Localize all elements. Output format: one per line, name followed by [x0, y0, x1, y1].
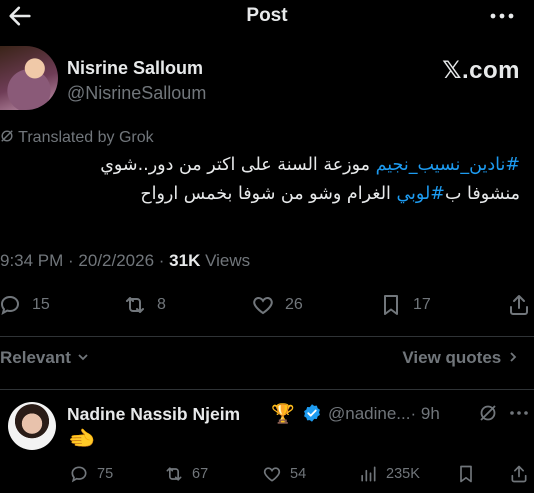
- page-title: Post: [246, 5, 288, 26]
- post-date[interactable]: 20/2/2026: [78, 251, 154, 270]
- post-text-segment: منشوفا ب: [444, 184, 520, 204]
- grok-icon: [1, 130, 13, 142]
- post-author: Nisrine Salloum @NisrineSalloum 𝕏.com: [0, 46, 534, 116]
- post-meta: 9:34 PM · 20/2/2026 · 31K Views: [0, 251, 251, 270]
- reply-handle[interactable]: @nadine...: [328, 404, 410, 423]
- more-horizontal-icon[interactable]: [488, 4, 516, 28]
- chevron-right-icon: [510, 352, 517, 362]
- post-time[interactable]: 9:34 PM: [0, 251, 63, 270]
- heart-icon: [263, 467, 281, 482]
- author-avatar[interactable]: [0, 46, 58, 110]
- author-handle[interactable]: @NisrineSalloum: [67, 83, 206, 104]
- share-icon: [510, 295, 528, 315]
- post-line-1: #نادين_نسيب_نجيم موزعة السنة على اكتر من…: [0, 151, 520, 180]
- post-text-segment: الغرام وشو من شوفا بخمس ارواح: [140, 184, 397, 204]
- verified-icon: [304, 404, 320, 422]
- bookmark-icon: [384, 295, 398, 315]
- hashtag-link[interactable]: #لوبي: [396, 184, 445, 204]
- translated-label: Translated by Grok: [18, 129, 154, 146]
- bookmark-count: 17: [413, 296, 431, 313]
- reply-author-name[interactable]: Nadine Nassib Njeim: [67, 404, 240, 425]
- translated-by-grok[interactable]: Translated by Grok: [0, 129, 154, 147]
- like-count: 54: [290, 466, 307, 482]
- reply-icon: [0, 295, 20, 316]
- like-button[interactable]: 54: [262, 462, 306, 486]
- x-logo: 𝕏.com: [442, 57, 520, 84]
- repost-count: 67: [192, 466, 209, 482]
- like-button[interactable]: 26: [251, 291, 303, 319]
- post-actions: 15 8 26 17: [0, 287, 534, 323]
- reply-button[interactable]: 75: [69, 462, 113, 486]
- post-line-2: منشوفا ب#لوبي الغرام وشو من شوفا بخمس ار…: [0, 180, 520, 209]
- reply-avatar[interactable]: [8, 402, 56, 450]
- reply-post[interactable]: Nadine Nassib Njeim 🏆 @nadine...· 9h 🫲 7…: [0, 390, 534, 493]
- views-count: 235K: [386, 466, 420, 482]
- bookmark-icon: [460, 465, 472, 483]
- share-icon: [511, 465, 527, 483]
- repost-count: 8: [157, 296, 166, 313]
- reply-count: 15: [32, 296, 50, 313]
- trophy-badge: 🏆: [271, 404, 295, 425]
- views-count: 31K: [169, 251, 201, 270]
- more-horizontal-icon[interactable]: [509, 404, 529, 422]
- heart-icon: [253, 296, 273, 315]
- post-text-segment: موزعة السنة على اكتر من دور..شوي: [100, 155, 376, 175]
- reply-button[interactable]: 15: [0, 291, 50, 319]
- reply-handle-time: @nadine...· 9h: [328, 404, 440, 424]
- bookmark-button[interactable]: [456, 462, 476, 486]
- chevron-down-icon: [77, 354, 88, 361]
- reply-count: 75: [97, 466, 114, 482]
- bookmark-button[interactable]: 17: [379, 291, 431, 319]
- grok-icon[interactable]: [478, 403, 498, 423]
- sort-dropdown[interactable]: Relevant: [0, 348, 90, 368]
- reply-age[interactable]: · 9h: [410, 404, 439, 423]
- sort-label: Relevant: [0, 348, 71, 367]
- analytics-icon: [361, 466, 376, 482]
- repost-button[interactable]: 67: [164, 462, 208, 486]
- view-quotes-link[interactable]: View quotes: [402, 348, 520, 368]
- post-text: #نادين_نسيب_نجيم موزعة السنة على اكتر من…: [0, 151, 520, 209]
- share-button[interactable]: [509, 462, 529, 486]
- view-quotes-label: View quotes: [402, 348, 502, 367]
- hashtag-link[interactable]: #نادين_نسيب_نجيم: [376, 155, 520, 175]
- top-bar: Post: [0, 0, 534, 34]
- share-button[interactable]: [507, 291, 531, 319]
- reply-content: 🫲: [68, 426, 96, 451]
- views-button[interactable]: 235K: [358, 462, 420, 486]
- repost-icon: [126, 297, 144, 313]
- repost-button[interactable]: 8: [123, 291, 166, 319]
- divider: [0, 336, 534, 337]
- author-name[interactable]: Nisrine Salloum: [67, 58, 203, 79]
- reply-actions: 75 67 54 235K: [0, 462, 534, 488]
- reply-icon: [71, 466, 87, 483]
- views-label: Views: [205, 251, 251, 270]
- repost-icon: [166, 467, 182, 481]
- like-count: 26: [285, 296, 303, 313]
